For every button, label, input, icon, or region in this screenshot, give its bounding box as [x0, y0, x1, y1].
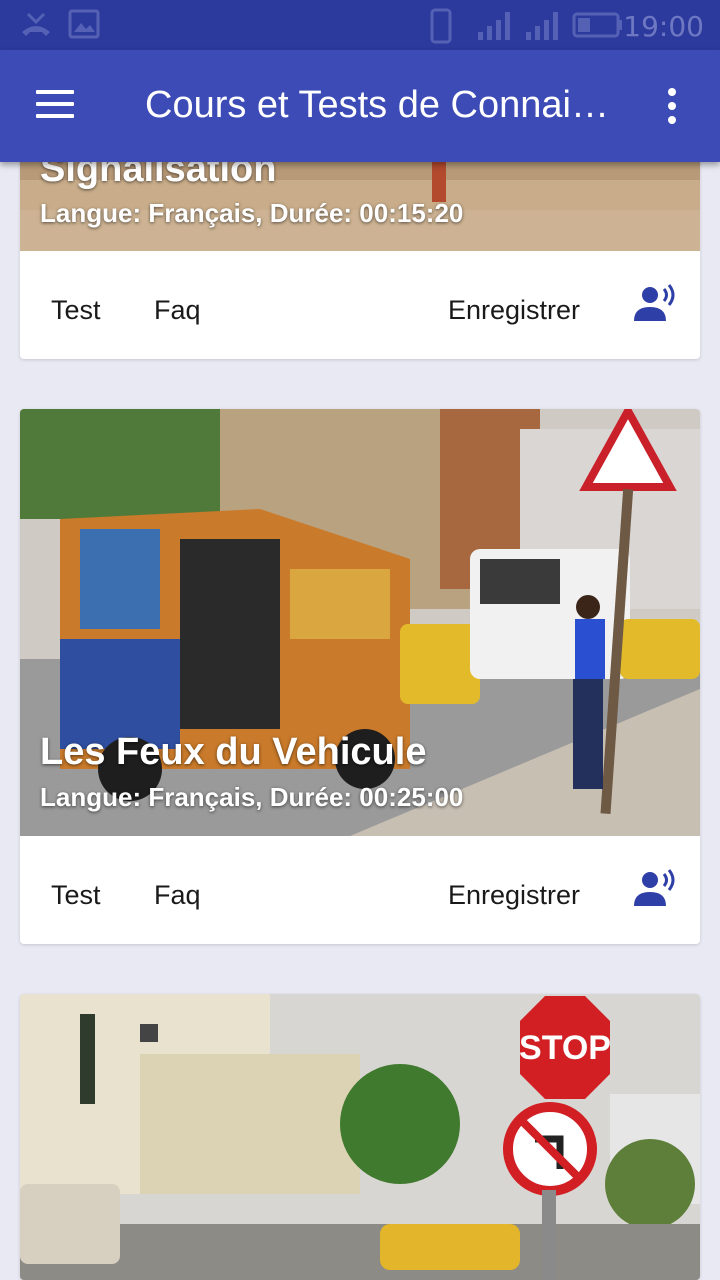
hamburger-menu-icon[interactable]	[36, 90, 76, 122]
app-title: Cours et Tests de Connaissances	[145, 84, 625, 126]
card-actions: Test Faq Enregistrer	[20, 836, 700, 944]
faq-button[interactable]: Faq	[154, 295, 201, 326]
app-bar: Cours et Tests de Connaissances	[0, 50, 720, 162]
record-voice-icon[interactable]	[632, 283, 680, 323]
lesson-title: Les Feux du Vehicule	[40, 731, 427, 773]
status-bar: 19:00	[0, 0, 720, 50]
signal-2-icon	[526, 12, 558, 40]
faq-button[interactable]: Faq	[154, 880, 201, 911]
more-options-icon[interactable]	[664, 88, 680, 128]
record-button[interactable]: Enregistrer	[448, 880, 580, 911]
phone-vibrate-icon	[430, 8, 452, 44]
lesson-photo: Les Feux du Vehicule Langue: Français, D…	[20, 409, 700, 836]
stop-sign-text: STOP	[520, 1029, 610, 1067]
svg-text:STOP: STOP	[520, 1029, 610, 1067]
record-voice-icon[interactable]	[632, 868, 680, 908]
battery-icon	[572, 12, 622, 38]
image-icon	[68, 9, 100, 39]
test-button[interactable]: Test	[51, 880, 101, 911]
test-button[interactable]: Test	[51, 295, 101, 326]
lesson-photo: STOP	[20, 994, 700, 1280]
card-actions: Test Faq Enregistrer	[20, 251, 700, 359]
lesson-subtitle: Langue: Français, Durée: 00:25:00	[40, 782, 464, 812]
lesson-subtitle: Langue: Français, Durée: 00:15:20	[40, 198, 464, 228]
signal-icon	[478, 12, 510, 40]
status-time: 19:00	[623, 10, 704, 43]
lesson-card-feux: Les Feux du Vehicule Langue: Français, D…	[20, 409, 700, 944]
missed-call-icon	[22, 12, 50, 36]
lesson-card-stop: STOP	[20, 994, 700, 1280]
record-button[interactable]: Enregistrer	[448, 295, 580, 326]
